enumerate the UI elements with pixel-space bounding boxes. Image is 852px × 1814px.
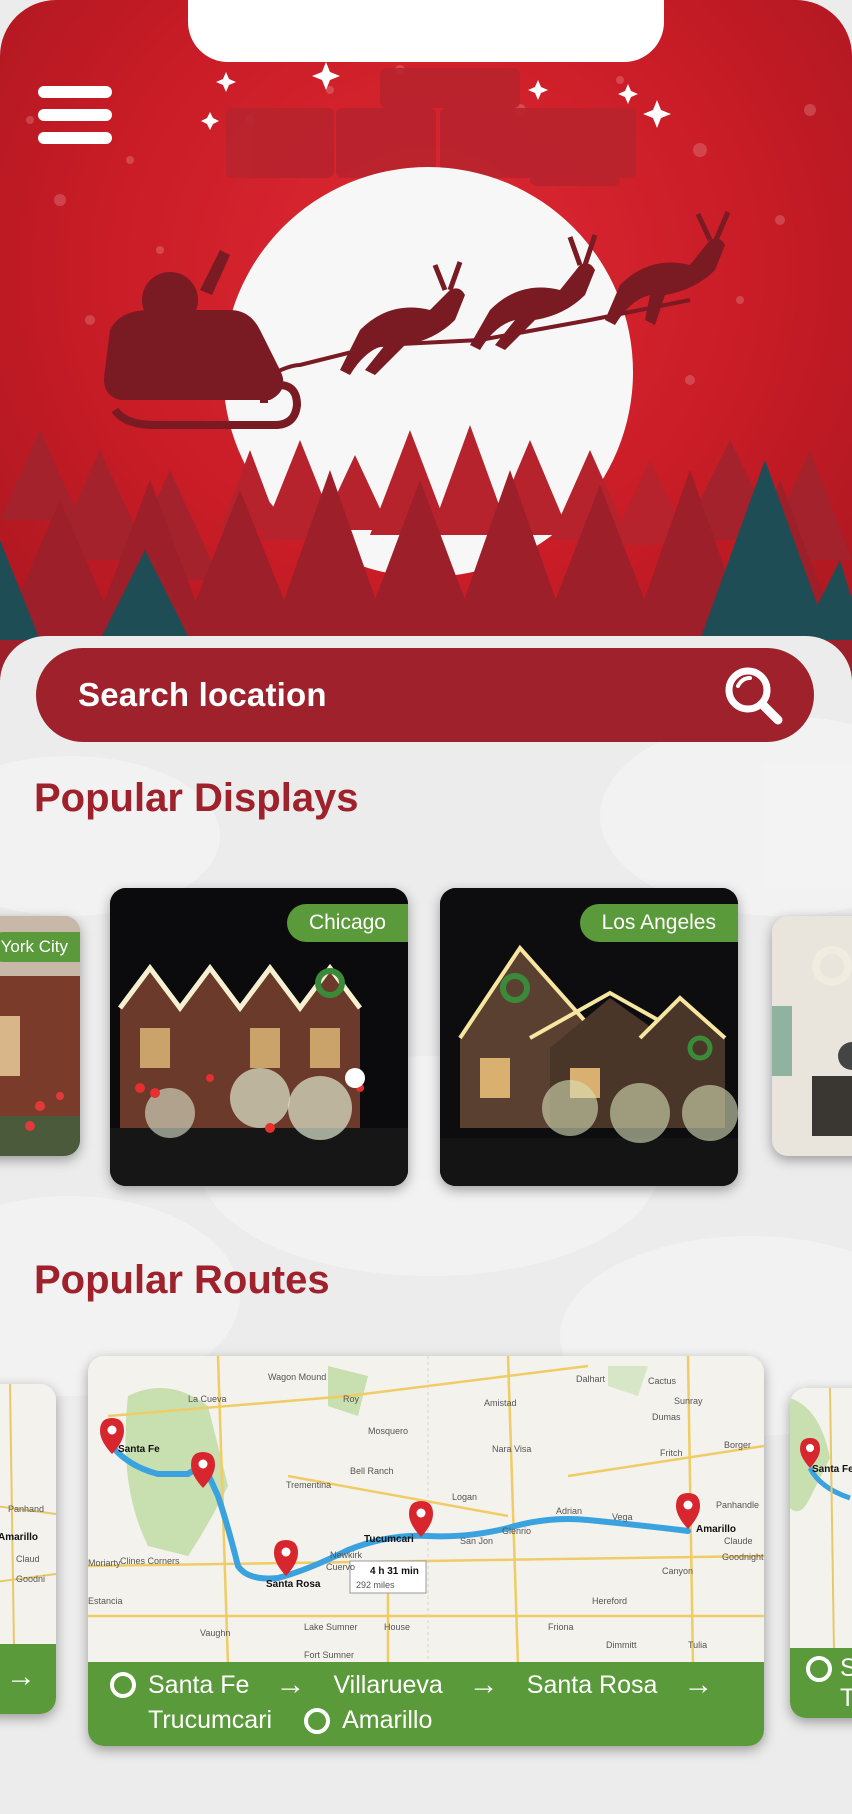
route-summary-bar: → [0,1644,56,1714]
map-label: Claude [724,1536,753,1546]
map-label: Panhandle [716,1500,760,1510]
display-card-chicago[interactable]: Chicago [110,888,408,1186]
route-distance: 292 miles [356,1580,395,1590]
display-card-los-angeles[interactable]: Los Angeles [440,888,738,1186]
search-input[interactable]: Search location [36,648,814,742]
city-tag: York City [0,932,80,962]
map-label: Panhand [8,1504,45,1514]
map-label: Vega [612,1512,633,1522]
map-label: Nara Visa [492,1444,532,1454]
map-label: Santa Fe [812,1464,852,1475]
city-tag: Chicago [286,904,408,942]
map-label: Claud [16,1554,40,1564]
search-icon[interactable] [720,662,786,728]
map-label: Friona [548,1622,574,1632]
content-sheet: Search location Popular Displays York Ci… [0,636,852,1814]
map-label: Cuervo [326,1562,356,1572]
popular-routes-title: Popular Routes [34,1258,330,1302]
route-duration: 4 h 31 min [370,1566,419,1577]
map-label: La Cueva [188,1394,227,1404]
search-placeholder: Search location [78,676,327,713]
route-stop: Amarillo [342,1706,433,1734]
arrow-right-icon: → [6,1660,36,1693]
stop-ring-icon [304,1707,331,1734]
route-stop: Santa Rosa [526,1670,658,1699]
map-label-santa-rosa: Santa Rosa [266,1579,321,1590]
route-card-partial-left[interactable]: Panhand Amarillo Claud Goodni → [0,1384,56,1714]
map-label: Dumas [652,1412,681,1422]
display-photo [772,916,852,1156]
display-card-partial[interactable] [772,916,852,1156]
route-stop: S [840,1654,852,1682]
map-label-santa-fe: Santa Fe [118,1444,160,1455]
arrow-right-icon: → [468,1668,499,1701]
route-stop: Santa Fe [148,1670,250,1699]
map-label: Vaughn [200,1628,231,1638]
map-label: Mosquero [368,1426,409,1436]
hero-banner [0,0,852,680]
city-tag: Los Angeles [579,904,738,942]
route-card-partial-right[interactable]: Santa Fe S T [790,1388,852,1718]
map-label: Goodnight [722,1552,764,1562]
map-label: House [384,1622,411,1632]
map-label: Logan [452,1492,478,1502]
map-label: Dimmitt [606,1640,637,1650]
map-label: Tulia [688,1640,708,1650]
map-label: Dalhart [576,1374,606,1384]
map-label: Fritch [660,1448,683,1458]
map-label-tucumcari: Tucumcari [364,1534,414,1545]
map-label: Adrian [556,1506,583,1516]
route-card-santa-fe-amarillo[interactable]: Santa Fe Santa Rosa Tucumcari Amarillo 4… [88,1356,764,1746]
map-label: Moriarty [88,1558,121,1568]
map-label-amarillo: Amarillo [696,1524,737,1535]
map-label: Fort Sumner [304,1650,355,1660]
map-label: Wagon Mound [268,1372,327,1382]
map-label: Sunray [674,1396,703,1406]
map-label: Hereford [592,1596,628,1606]
map-label: Estancia [88,1596,123,1606]
map-label: Newkirk [330,1550,363,1560]
map-label: Borger [724,1440,752,1450]
map-label: Lake Sumner [304,1622,358,1632]
device-notch [188,0,664,62]
arrow-right-icon: → [275,1668,306,1701]
display-card-new-york[interactable]: York City [0,916,80,1156]
map-label: Goodni [16,1574,46,1584]
stop-ring-icon [806,1655,832,1682]
map-label: Amarillo [0,1532,39,1543]
arrow-right-icon: → [683,1668,714,1701]
map-label: San Jon [460,1536,494,1546]
map-label: Glenrio [502,1526,532,1536]
map-label: Trementina [286,1480,332,1490]
route-stop: Villarueva [333,1670,443,1699]
stop-ring-icon [110,1672,136,1698]
hamburger-menu-icon[interactable] [38,86,112,144]
route-stop: T [840,1684,852,1712]
map-label: Clines Corners [120,1556,180,1566]
map-label: Cactus [648,1376,677,1386]
map-label: Roy [343,1394,360,1404]
map-label: Bell Ranch [350,1466,394,1476]
route-stop: Trucumcari [148,1706,273,1734]
map-label: Amistad [484,1398,517,1408]
santa-sleigh-illustration [0,62,852,680]
route-summary-bar: S T [790,1648,852,1718]
route-summary-bar: Santa Fe → Villarueva → Santa Rosa → Tru… [88,1662,764,1746]
map-label: Canyon [662,1566,694,1576]
popular-displays-title: Popular Displays [34,776,359,820]
